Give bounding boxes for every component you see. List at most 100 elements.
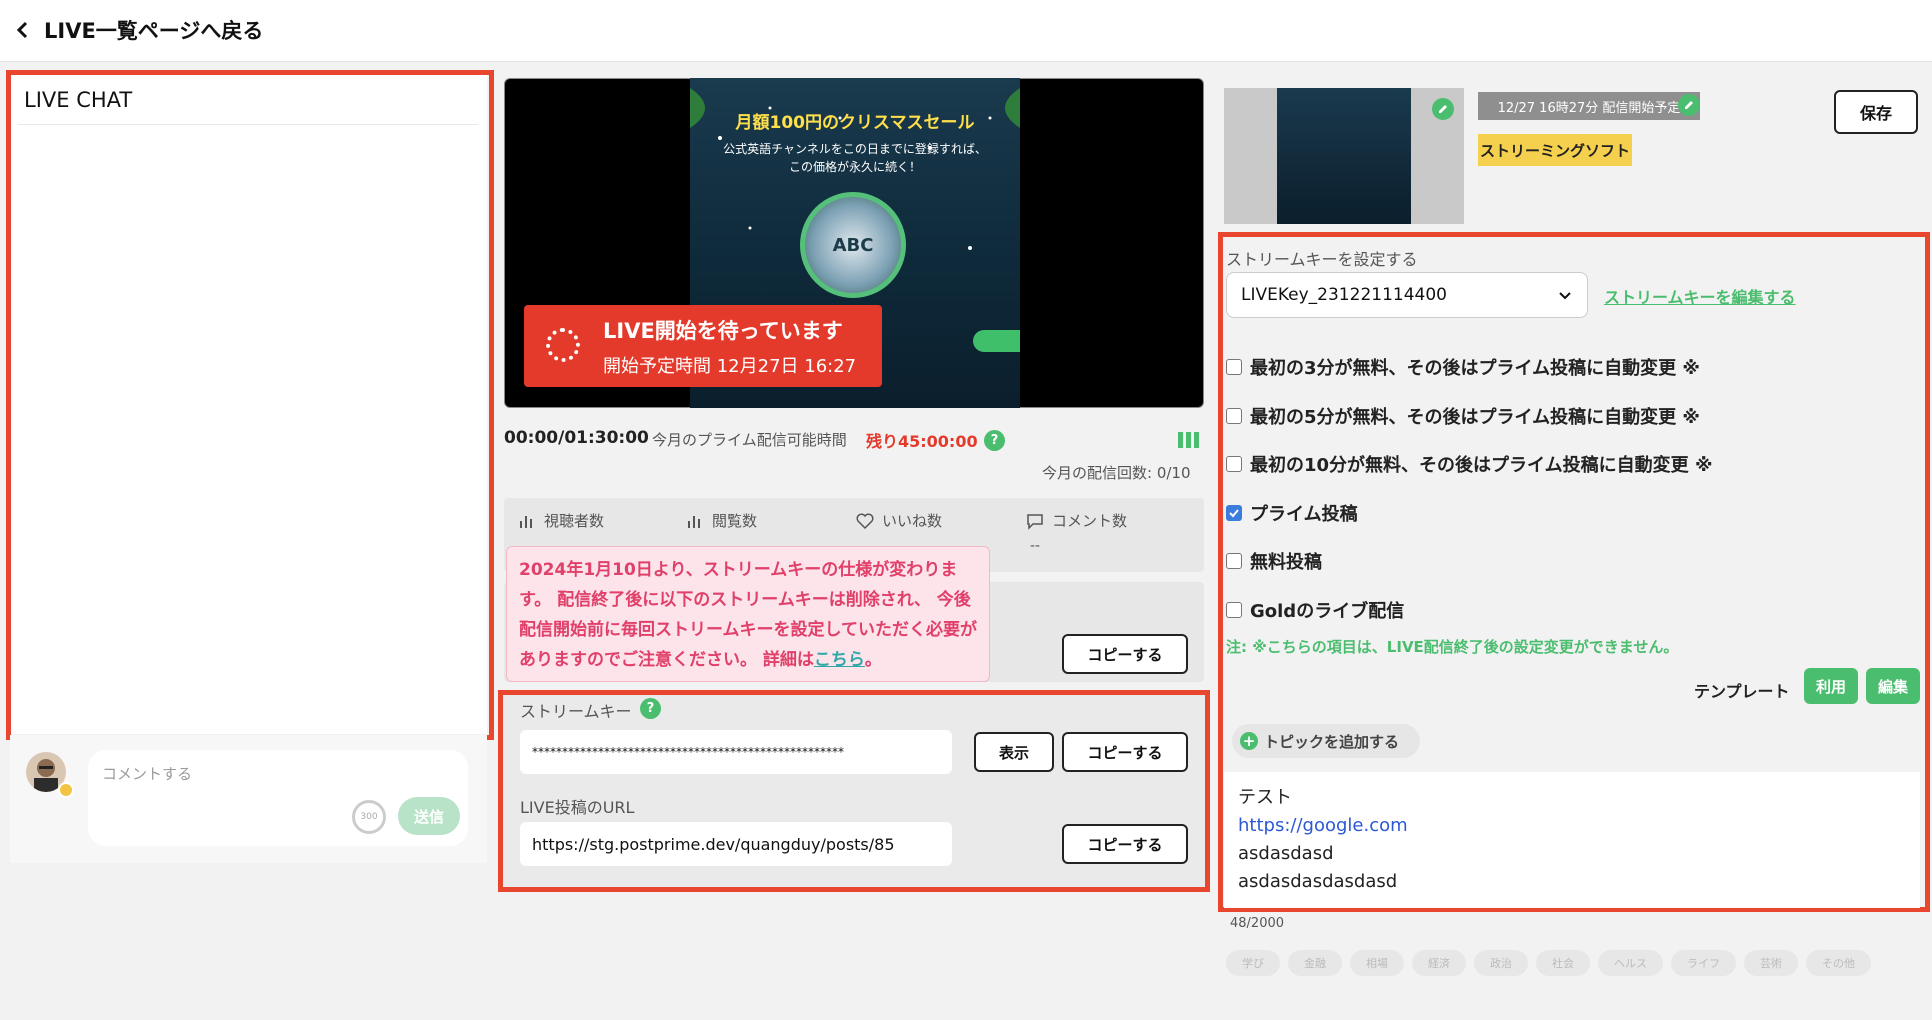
chevron-left-icon <box>16 21 28 39</box>
stream-key-select[interactable]: LIVEKey_231221114400 <box>1226 272 1588 318</box>
notice-end: 。 <box>864 650 882 670</box>
description-textarea[interactable]: テスト https://google.com asdasdasd asdasda… <box>1224 772 1920 908</box>
stat-likes: いいね数 <box>856 510 942 531</box>
tag-chip[interactable]: 金融 <box>1288 950 1342 976</box>
checkbox[interactable] <box>1226 359 1242 375</box>
stat-views-label: 閲覧数 <box>712 512 758 530</box>
edit-template-button[interactable]: 編集 <box>1866 668 1920 704</box>
streaming-software-button[interactable]: ストリーミングソフト <box>1478 134 1632 166</box>
option-gold[interactable]: Goldのライブ配信 <box>1226 597 1404 623</box>
prime-time-label: 今月のプライム配信可能時間 <box>652 431 847 449</box>
desc-line: asdasdasdasdasd <box>1238 871 1398 892</box>
plus-icon: + <box>1240 732 1258 750</box>
stat-comments-value: -- <box>1030 538 1041 554</box>
option-free-3min[interactable]: 最初の3分が無料、その後はプライム投稿に自動変更 ※ <box>1226 354 1700 380</box>
char-limit-indicator: 300 <box>352 800 386 834</box>
bar-chart-icon <box>688 515 700 528</box>
stat-viewers: 視聴者数 <box>518 510 604 531</box>
top-bar <box>0 0 1932 62</box>
option-free-5min[interactable]: 最初の5分が無料、その後はプライム投稿に自動変更 ※ <box>1226 403 1700 429</box>
use-template-button[interactable]: 利用 <box>1804 668 1858 704</box>
comment-bubble-icon <box>1027 513 1043 530</box>
help-icon[interactable]: ? <box>984 430 1005 451</box>
bar-chart-icon <box>520 515 532 528</box>
notice-link[interactable]: こちら <box>814 650 865 670</box>
option-label: 無料投稿 <box>1250 552 1322 573</box>
stat-comments: コメント数 <box>1026 510 1127 531</box>
stat-comments-label: コメント数 <box>1052 512 1128 530</box>
settings-note: 注: ※こちらの項目は、LIVE配信終了後の設定変更ができません。 <box>1226 638 1679 656</box>
add-topic-label: トピックを追加する <box>1264 732 1400 751</box>
tag-chip[interactable]: 経済 <box>1412 950 1466 976</box>
char-count: 48/2000 <box>1230 916 1285 931</box>
promo-title: 月額100円のクリスマスセール <box>735 113 975 133</box>
tag-chip[interactable]: その他 <box>1806 950 1871 976</box>
tag-chip[interactable]: 政治 <box>1474 950 1528 976</box>
monthly-count: 今月の配信回数: 0/10 <box>1042 464 1191 482</box>
url-label: LIVE投稿のURL <box>520 798 635 817</box>
live-waiting-schedule: 開始予定時間 12月27日 16:27 <box>603 356 857 377</box>
desc-line: asdasdasd <box>1238 843 1334 864</box>
back-label: LIVE一覧ページへ戻る <box>44 19 264 43</box>
stream-key-notice: 2024年1月10日より、ストリームキーの仕様が変わります。 配信終了後に以下の… <box>506 546 990 682</box>
heart-icon <box>856 513 874 529</box>
thumbnail-image <box>1277 88 1411 224</box>
send-button[interactable]: 送信 <box>398 797 460 835</box>
chevron-down-icon <box>1559 292 1571 300</box>
tag-chip[interactable]: ヘルス <box>1598 950 1663 976</box>
checkbox[interactable] <box>1226 602 1242 618</box>
edit-schedule-icon[interactable] <box>1678 94 1700 116</box>
edit-stream-key-link[interactable]: ストリームキーを編集する <box>1604 284 1796 308</box>
copy-key-button[interactable]: コピーする <box>1062 732 1188 772</box>
post-url-field[interactable]: https://stg.postprime.dev/quangduy/posts… <box>520 822 952 866</box>
live-waiting-title: LIVE開始を待っています <box>603 319 843 343</box>
stream-key-help-icon[interactable]: ? <box>640 698 661 719</box>
channel-logo: ABC <box>800 192 906 298</box>
signal-bars-icon <box>1178 432 1200 448</box>
template-label: テンプレート <box>1694 682 1790 701</box>
option-prime[interactable]: プライム投稿 <box>1226 500 1358 526</box>
option-free[interactable]: 無料投稿 <box>1226 548 1322 574</box>
tag-chip[interactable]: 芸術 <box>1744 950 1798 976</box>
save-button[interactable]: 保存 <box>1834 90 1918 134</box>
remaining-time: 残り45:00:00 <box>866 432 978 451</box>
elapsed-time: 00:00/01:30:00 <box>504 428 649 448</box>
copy-server-url-button[interactable]: コピーする <box>1062 634 1188 674</box>
tag-chip[interactable]: 社会 <box>1536 950 1590 976</box>
highlight-chat <box>6 70 494 740</box>
schedule-badge: 12/27 16時27分 配信開始予定 <box>1478 92 1700 120</box>
stream-key-selected: LIVEKey_231221114400 <box>1241 285 1447 305</box>
back-link[interactable]: LIVE一覧ページへ戻る <box>14 14 263 46</box>
checkbox-checked[interactable] <box>1226 505 1242 521</box>
stat-views: 閲覧数 <box>686 510 757 531</box>
edit-thumbnail-icon[interactable] <box>1432 98 1454 120</box>
option-label: 最初の10分が無料、その後はプライム投稿に自動変更 ※ <box>1250 455 1713 476</box>
checkbox[interactable] <box>1226 408 1242 424</box>
checkmark-icon <box>1229 509 1239 518</box>
option-label: 最初の5分が無料、その後はプライム投稿に自動変更 ※ <box>1250 407 1700 428</box>
stream-key-field[interactable]: ****************************************… <box>520 730 952 774</box>
notice-text: 2024年1月10日より、ストリームキーの仕様が変わります。 配信終了後に以下の… <box>519 560 977 670</box>
option-free-10min[interactable]: 最初の10分が無料、その後はプライム投稿に自動変更 ※ <box>1226 451 1712 477</box>
show-key-button[interactable]: 表示 <box>974 732 1054 772</box>
promo-subtitle: 公式英語チャンネルをこの日までに登録すれば、 この価格が永久に続く！ <box>723 142 987 174</box>
tag-chip[interactable]: 学び <box>1226 950 1280 976</box>
stream-key-select-label: ストリームキーを設定する <box>1226 250 1418 269</box>
stat-viewers-label: 視聴者数 <box>544 512 605 530</box>
tag-chip[interactable]: 相場 <box>1350 950 1404 976</box>
add-topic-button[interactable]: + トピックを追加する <box>1232 724 1420 758</box>
stream-key-label: ストリームキー <box>520 702 632 721</box>
comment-placeholder: コメントする <box>102 765 193 783</box>
copy-url-button[interactable]: コピーする <box>1062 824 1188 864</box>
stat-likes-label: いいね数 <box>882 512 943 530</box>
checkbox[interactable] <box>1226 553 1242 569</box>
option-label: Goldのライブ配信 <box>1250 601 1405 622</box>
option-label: プライム投稿 <box>1250 504 1358 525</box>
tag-list: 学び 金融 相場 経済 政治 社会 ヘルス ライフ 芸術 その他 <box>1226 950 1871 976</box>
checkbox[interactable] <box>1226 456 1242 472</box>
desc-link[interactable]: https://google.com <box>1238 812 1906 840</box>
desc-line: テスト <box>1238 787 1292 808</box>
tag-chip[interactable]: ライフ <box>1671 950 1736 976</box>
badge-icon <box>58 782 74 798</box>
option-label: 最初の3分が無料、その後はプライム投稿に自動変更 ※ <box>1250 358 1700 379</box>
